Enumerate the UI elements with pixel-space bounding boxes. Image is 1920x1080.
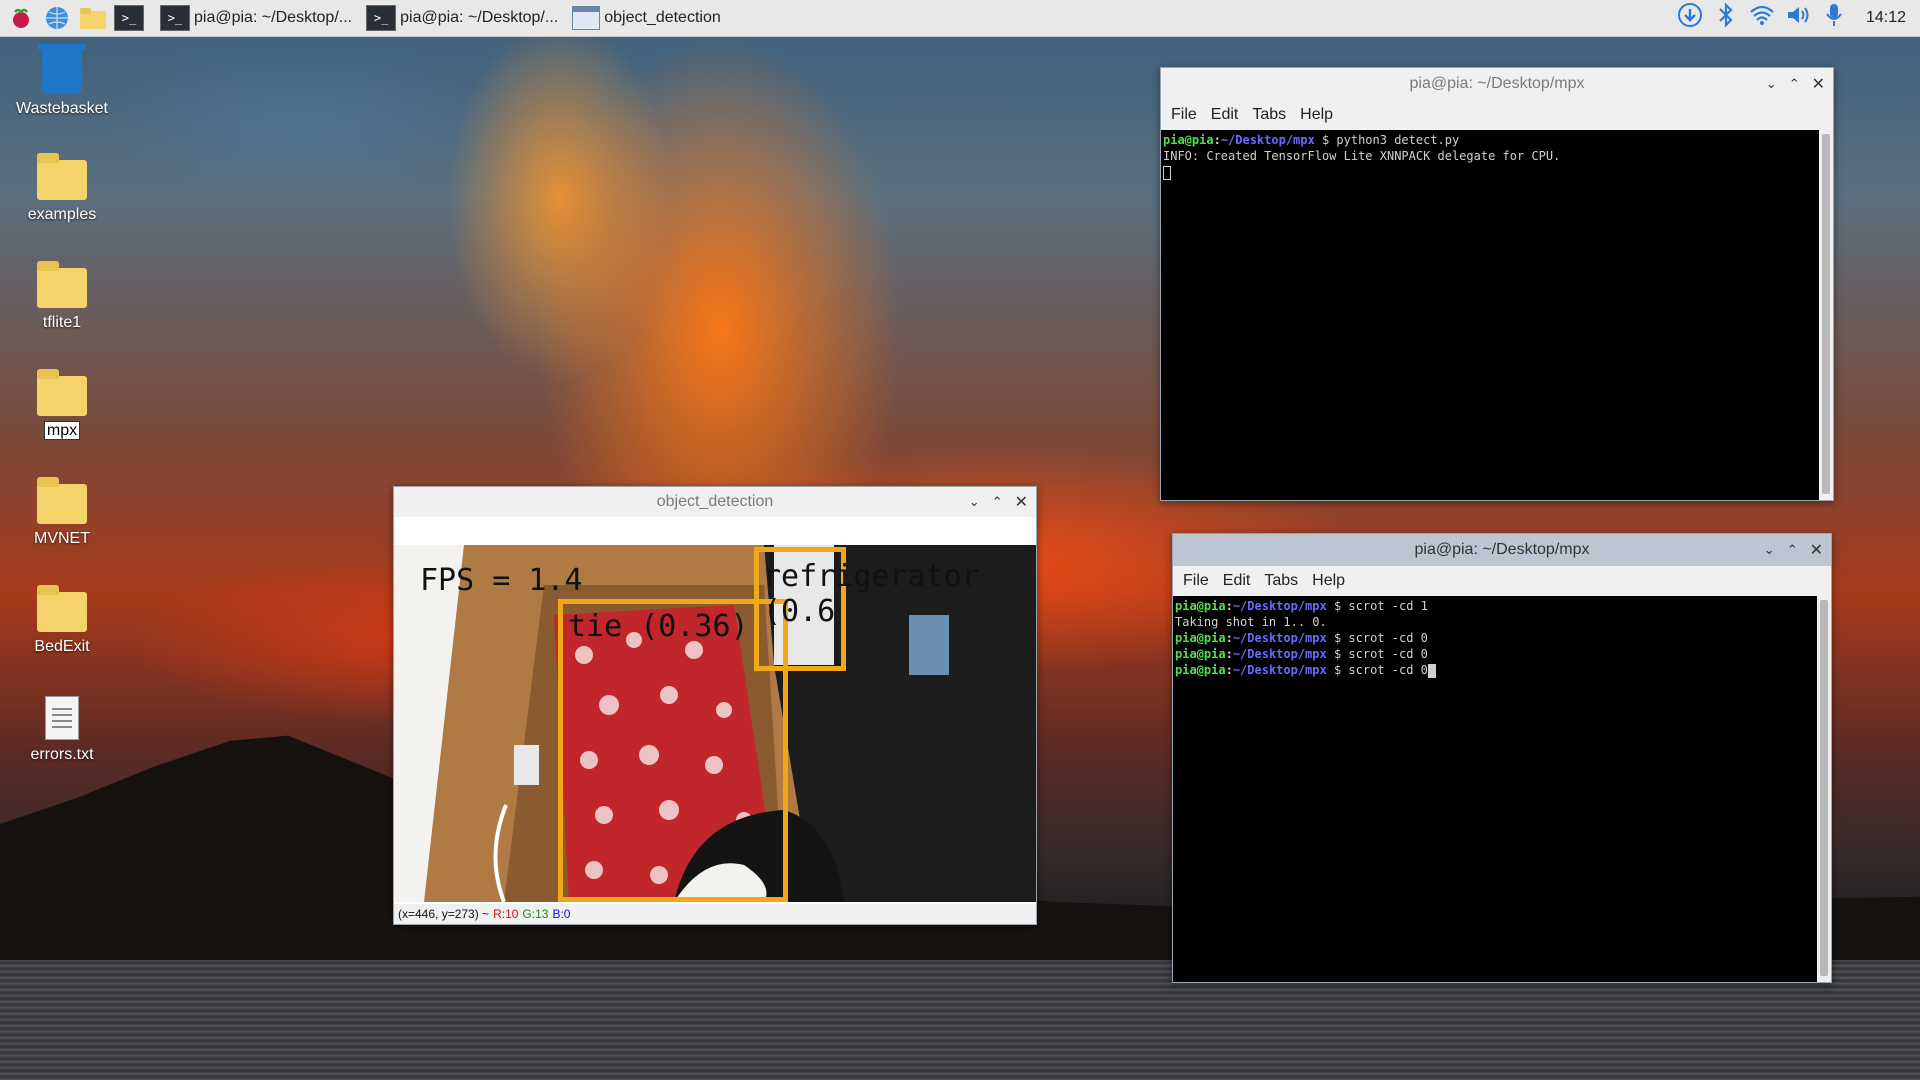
terminal-line: pia@pia:~/Desktop/mpx $ scrot -cd 0: [1175, 647, 1428, 661]
task-label: pia@pia: ~/Desktop/...: [400, 9, 559, 26]
minimize-icon[interactable]: ⌄: [1766, 76, 1777, 92]
terminal-line: pia@pia:~/Desktop/mpx $ scrot -cd 1: [1175, 599, 1428, 613]
desktop-icon-mpx[interactable]: mpx: [16, 369, 108, 440]
menu-help[interactable]: Help: [1312, 572, 1345, 590]
bluetooth-icon[interactable]: [1708, 2, 1744, 34]
folder-icon: [37, 477, 87, 524]
text-file-icon: [45, 696, 79, 740]
minimize-icon[interactable]: ⌄: [969, 494, 980, 510]
camera-frame[interactable]: FPS = 1.4 refrigerator (0.6 tie (0.36): [394, 545, 1036, 902]
taskbar-task-terminal-1[interactable]: >_ pia@pia: ~/Desktop/...: [156, 3, 356, 33]
window-icon: [572, 6, 601, 30]
wifi-icon[interactable]: [1744, 4, 1780, 32]
download-icon[interactable]: [1672, 2, 1708, 34]
desktop-icon-label: BedExit: [34, 638, 90, 655]
terminal-line: pia@pia:~/Desktop/mpx $ scrot -cd 0: [1175, 662, 1815, 678]
terminal-cursor: [1163, 164, 1817, 180]
scrollbar[interactable]: [1819, 130, 1833, 500]
microphone-icon[interactable]: [1816, 2, 1852, 34]
terminal-window-1[interactable]: pia@pia: ~/Desktop/mpx ⌄ ⌃ ✕ File Edit T…: [1160, 67, 1834, 501]
menu-tabs[interactable]: Tabs: [1252, 106, 1286, 124]
task-label: pia@pia: ~/Desktop/...: [194, 9, 353, 26]
task-label: object_detection: [604, 9, 721, 26]
web-browser-icon[interactable]: [42, 3, 72, 33]
terminal-icon[interactable]: >_: [114, 3, 144, 33]
maximize-icon[interactable]: ⌃: [1787, 542, 1798, 558]
desktop-icon-bedexit[interactable]: BedExit: [16, 585, 108, 656]
raspberry-menu-icon[interactable]: [6, 3, 36, 33]
desktop-icon-wastebasket[interactable]: Wastebasket: [16, 44, 108, 118]
folder-icon: [37, 153, 87, 200]
menubar: File Edit Tabs Help: [1161, 100, 1833, 130]
minimize-icon[interactable]: ⌄: [1764, 542, 1775, 558]
pixel-green-value: G:13: [522, 907, 549, 921]
desktop-icon-label: MVNET: [34, 530, 90, 547]
menu-help[interactable]: Help: [1300, 106, 1333, 124]
terminal-icon: >_: [366, 5, 397, 31]
window-titlebar[interactable]: object_detection ⌄ ⌃ ✕: [394, 487, 1036, 517]
menu-tabs[interactable]: Tabs: [1264, 572, 1298, 590]
scrollbar-thumb[interactable]: [1822, 134, 1830, 494]
window-title: object_detection: [656, 493, 774, 510]
image-toolbar-area: [394, 517, 1036, 545]
maximize-icon[interactable]: ⌃: [992, 494, 1003, 510]
trash-icon: [38, 44, 86, 94]
desktop-icon-examples[interactable]: examples: [16, 153, 108, 224]
desktop-icon-label: tflite1: [42, 314, 82, 331]
folder-icon: [37, 369, 87, 416]
desktop-icon-label: examples: [27, 206, 97, 223]
system-tray: 14:12: [1672, 0, 1920, 36]
close-icon[interactable]: ✕: [1812, 74, 1825, 94]
object-detection-window[interactable]: object_detection ⌄ ⌃ ✕ FPS = 1.4 refrige…: [393, 486, 1037, 925]
menu-edit[interactable]: Edit: [1223, 572, 1251, 590]
window-titlebar[interactable]: pia@pia: ~/Desktop/mpx ⌄ ⌃ ✕: [1161, 68, 1833, 100]
desktop-icon-label: errors.txt: [30, 746, 94, 763]
maximize-icon[interactable]: ⌃: [1789, 76, 1800, 92]
fps-label: FPS = 1.4: [420, 563, 583, 598]
scrollbar-thumb[interactable]: [1820, 600, 1828, 976]
taskbar-task-object-detection[interactable]: object_detection: [568, 3, 725, 33]
scrollbar[interactable]: [1817, 596, 1831, 982]
detection-box-tie: [558, 599, 788, 902]
terminal-line: INFO: Created TensorFlow Lite XNNPACK de…: [1163, 149, 1561, 163]
desktop-icon-mvnet[interactable]: MVNET: [16, 477, 108, 548]
window-titlebar[interactable]: pia@pia: ~/Desktop/mpx ⌄ ⌃ ✕: [1173, 534, 1831, 566]
taskbar-task-terminal-2[interactable]: >_ pia@pia: ~/Desktop/...: [362, 3, 562, 33]
detection-label-tie: tie (0.36): [568, 609, 749, 644]
file-manager-icon[interactable]: [78, 3, 108, 33]
window-title: pia@pia: ~/Desktop/mpx: [1409, 75, 1585, 92]
terminal-output[interactable]: pia@pia:~/Desktop/mpx $ scrot -cd 1 Taki…: [1173, 596, 1817, 982]
pixel-status-bar: (x=446, y=273) ~ R:10 G:13 B:0: [394, 904, 1036, 924]
menubar: File Edit Tabs Help: [1173, 566, 1831, 596]
terminal-window-2[interactable]: pia@pia: ~/Desktop/mpx ⌄ ⌃ ✕ File Edit T…: [1172, 533, 1832, 983]
terminal-line: pia@pia:~/Desktop/mpx $ python3 detect.p…: [1163, 133, 1460, 147]
folder-icon: [37, 261, 87, 308]
desktop-icon-errors-txt[interactable]: errors.txt: [16, 696, 108, 764]
close-icon[interactable]: ✕: [1810, 540, 1823, 560]
menu-edit[interactable]: Edit: [1211, 106, 1239, 124]
terminal-icon: >_: [160, 5, 190, 31]
menu-file[interactable]: File: [1171, 106, 1197, 124]
window-title: pia@pia: ~/Desktop/mpx: [1414, 541, 1590, 558]
terminal-output[interactable]: pia@pia:~/Desktop/mpx $ python3 detect.p…: [1161, 130, 1819, 500]
terminal-cursor: [1427, 663, 1436, 678]
cursor-coordinates: (x=446, y=273) ~: [398, 907, 490, 921]
detection-label-refrigerator: refrigerator (0.6: [763, 559, 980, 629]
clock[interactable]: 14:12: [1866, 9, 1906, 27]
desktop-icon-label: mpx: [43, 421, 81, 440]
menu-file[interactable]: File: [1183, 572, 1209, 590]
pixel-red-value: R:10: [493, 907, 519, 921]
folder-icon: [37, 585, 87, 632]
terminal-line: pia@pia:~/Desktop/mpx $ scrot -cd 0: [1175, 631, 1428, 645]
desktop-icon-label: Wastebasket: [16, 100, 108, 117]
terminal-line: Taking shot in 1.. 0.: [1175, 615, 1327, 629]
taskbar: >_ >_ pia@pia: ~/Desktop/... >_ pia@pia:…: [0, 0, 1920, 37]
pixel-blue-value: B:0: [552, 907, 571, 921]
desktop-icon-tflite1[interactable]: tflite1: [16, 261, 108, 332]
volume-icon[interactable]: [1780, 4, 1816, 32]
close-icon[interactable]: ✕: [1015, 492, 1028, 512]
